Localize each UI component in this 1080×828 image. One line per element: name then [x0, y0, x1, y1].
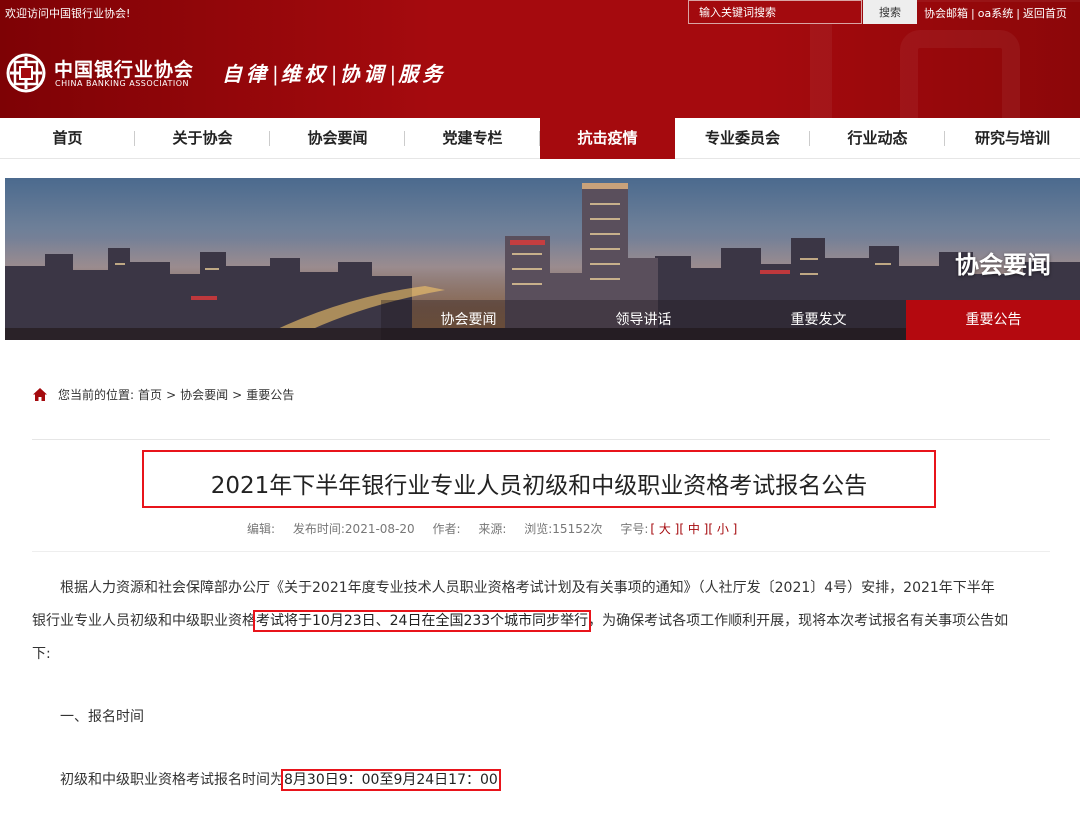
- divider: [32, 439, 1050, 440]
- header-decoration-inner: [900, 30, 1020, 118]
- site-name-en: CHINA BANKING ASSOCIATION: [55, 79, 189, 88]
- nav-item-about[interactable]: 关于协会: [135, 118, 270, 159]
- nav-item-home[interactable]: 首页: [0, 118, 135, 159]
- paragraph-text: 初级和中级职业资格考试报名时间为: [60, 772, 284, 788]
- breadcrumb: 您当前的位置: 首页 > 协会要闻 > 重要公告: [32, 386, 298, 403]
- site-header: 欢迎访问中国银行业协会! 搜索 协会邮箱|oa系统|返回首页 中国银行业协会 C…: [0, 0, 1080, 118]
- paragraph-text: 银行业专业人员初级和中级职业资格: [32, 613, 256, 629]
- meta-publish-date: 2021-08-20: [344, 522, 415, 536]
- nav-item-research[interactable]: 研究与培训: [945, 118, 1080, 159]
- paragraph-text: ，为确保考试各项工作顺利开展，现将本次考试报名有关事项公告如: [588, 613, 1009, 629]
- font-size-large[interactable]: [ 大 ]: [650, 522, 679, 536]
- slogan-item: 协调: [339, 62, 388, 86]
- font-size-small[interactable]: [ 小 ]: [708, 522, 737, 536]
- search-button[interactable]: 搜索: [863, 0, 917, 24]
- separator: |: [272, 62, 279, 86]
- meta-views-label: 浏览:: [524, 522, 553, 536]
- site-name-cn[interactable]: 中国银行业协会: [54, 55, 194, 82]
- link-oa-system[interactable]: oa系统: [978, 7, 1013, 20]
- nav-item-committees[interactable]: 专业委员会: [675, 118, 810, 159]
- nav-item-industry[interactable]: 行业动态: [810, 118, 945, 159]
- font-size-medium[interactable]: [ 中 ]: [679, 522, 708, 536]
- registration-time-highlight: 8月30日9：00至9月24日17：00: [281, 769, 501, 791]
- slogan: 自律 | 维权 | 协调 | 服务: [222, 58, 446, 87]
- paragraph-line: 银行业专业人员初级和中级职业资格考试将于10月23日、24日在全国233个城市同…: [32, 605, 1052, 638]
- meta-source: 来源:: [478, 522, 507, 536]
- nav-item-party[interactable]: 党建专栏: [405, 118, 540, 159]
- breadcrumb-current[interactable]: 重要公告: [246, 386, 294, 403]
- link-home[interactable]: 返回首页: [1023, 7, 1067, 20]
- welcome-text: 欢迎访问中国银行业协会!: [5, 7, 131, 20]
- subnav-item-documents[interactable]: 重要发文: [731, 300, 906, 340]
- nav-item-news[interactable]: 协会要闻: [270, 118, 405, 159]
- home-icon: [33, 388, 47, 401]
- breadcrumb-prefix: 您当前的位置:: [58, 388, 135, 402]
- subnav-item-announcements[interactable]: 重要公告: [906, 300, 1080, 340]
- association-logo-icon[interactable]: [6, 53, 46, 93]
- slogan-item: 自律: [222, 62, 270, 86]
- slogan-item: 服务: [398, 62, 447, 86]
- paragraph-line: 下:: [32, 646, 51, 662]
- section-heading: 一、报名时间: [60, 709, 144, 725]
- meta-fontsize-label: 字号:: [620, 522, 649, 536]
- slogan-item: 维权: [280, 62, 329, 86]
- breadcrumb-home[interactable]: 首页: [138, 386, 162, 403]
- banner: 协会要闻 协会要闻 领导讲话 重要发文 重要公告: [5, 178, 1080, 340]
- article-meta: 编辑: 发布时间:2021-08-20 作者: 来源: 浏览:15152次 字号…: [247, 520, 737, 537]
- meta-publish-label: 发布时间:: [292, 522, 345, 536]
- top-links: 协会邮箱 | oa系统 | 返回首页: [924, 5, 1067, 21]
- nav-item-epidemic[interactable]: 抗击疫情: [540, 118, 675, 159]
- article-paragraph: 根据人力资源和社会保障部办公厅《关于2021年度专业技术人员职业资格考试计划及有…: [32, 572, 1052, 671]
- meta-editor: 编辑:: [247, 522, 276, 536]
- divider: [32, 551, 1050, 552]
- separator: |: [330, 62, 338, 86]
- banner-title: 协会要闻: [955, 251, 1051, 279]
- breadcrumb-separator: >: [166, 387, 177, 402]
- main-nav: 首页 关于协会 协会要闻 党建专栏 抗击疫情 专业委员会 行业动态 研究与培训: [0, 118, 1080, 159]
- meta-author: 作者:: [432, 522, 461, 536]
- breadcrumb-news[interactable]: 协会要闻: [180, 386, 228, 403]
- breadcrumb-separator: >: [232, 387, 243, 402]
- separator: |: [389, 62, 397, 86]
- subnav-item-speeches[interactable]: 领导讲话: [556, 300, 731, 340]
- article-title: 2021年下半年银行业专业人员初级和中级职业资格考试报名公告: [210, 473, 868, 499]
- subnav-item-news[interactable]: 协会要闻: [381, 300, 556, 340]
- paragraph-line: 根据人力资源和社会保障部办公厅《关于2021年度专业技术人员职业资格考试计划及有…: [60, 580, 995, 596]
- separator: |: [1016, 7, 1020, 20]
- search-input[interactable]: [688, 0, 862, 24]
- sub-nav: 协会要闻 领导讲话 重要发文 重要公告: [381, 300, 1080, 340]
- exam-date-highlight: 考试将于10月23日、24日在全国233个城市同步举行: [252, 610, 592, 632]
- link-mailbox[interactable]: 协会邮箱: [924, 7, 968, 20]
- section-paragraph: 初级和中级职业资格考试报名时间为8月30日9：00至9月24日17：00: [32, 764, 1052, 797]
- separator: |: [971, 7, 975, 20]
- meta-views: 15152次: [552, 522, 603, 536]
